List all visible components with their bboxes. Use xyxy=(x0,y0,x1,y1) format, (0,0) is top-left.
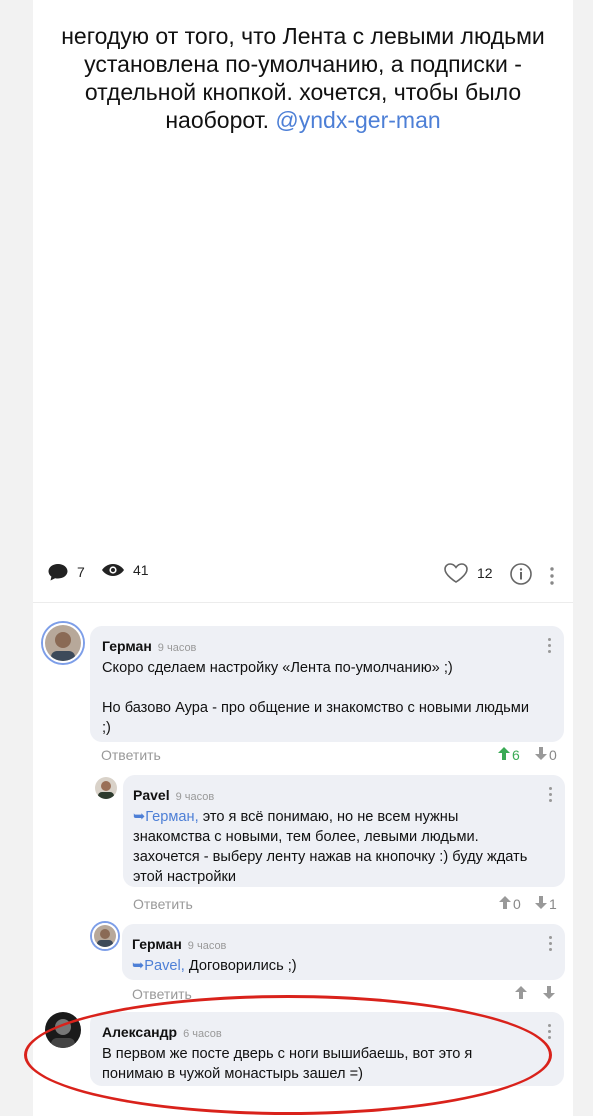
info-button[interactable] xyxy=(509,562,533,586)
post-mention-link[interactable]: @yndx-ger-man xyxy=(275,107,440,133)
avatar[interactable] xyxy=(43,1010,83,1050)
avatar[interactable] xyxy=(92,923,118,949)
post-body: негодую от того, что Лента с левыми людь… xyxy=(33,22,573,134)
arrow-down-icon xyxy=(535,747,547,763)
more-vertical-icon xyxy=(549,566,555,586)
info-icon xyxy=(509,562,533,586)
comment-author[interactable]: Александр xyxy=(102,1024,177,1040)
more-vertical-icon[interactable] xyxy=(549,787,553,805)
views-count: 41 xyxy=(133,562,149,578)
views-stat: 41 xyxy=(101,562,149,578)
comment-author[interactable]: Pavel xyxy=(133,787,170,803)
heart-icon xyxy=(443,562,469,584)
upvote-button[interactable]: 6 xyxy=(498,747,520,763)
more-vertical-icon[interactable] xyxy=(548,638,552,656)
reply-button[interactable]: Ответить xyxy=(101,747,161,763)
comment-text: В первом же посте дверь с ноги вышибаешь… xyxy=(102,1046,473,1082)
downvote-button[interactable] xyxy=(543,986,555,1002)
downvote-button[interactable]: 1 xyxy=(535,896,557,912)
avatar[interactable] xyxy=(43,623,83,663)
arrow-up-icon xyxy=(515,986,527,1002)
downvote-count: 0 xyxy=(549,747,557,763)
comment-text-line xyxy=(102,678,534,698)
reply-button[interactable]: Ответить xyxy=(133,896,193,912)
avatar[interactable] xyxy=(93,775,119,801)
like-button[interactable]: 12 xyxy=(443,562,493,584)
downvote-count: 1 xyxy=(549,896,557,912)
upvote-button[interactable]: 0 xyxy=(499,896,521,912)
arrow-up-icon xyxy=(498,747,510,763)
arrow-up-icon xyxy=(499,896,511,912)
comments-count: 7 xyxy=(77,564,85,580)
comment-icon xyxy=(47,562,69,582)
comment-text-line: Но базово Аура - про общение и знакомств… xyxy=(102,700,529,736)
post-more-button[interactable] xyxy=(549,566,555,586)
comment-text-line: Скоро сделаем настройку «Лента по-умолча… xyxy=(102,660,453,676)
arrow-down-icon xyxy=(535,896,547,912)
comment-text: Договорились ;) xyxy=(184,958,297,974)
comment-bubble: Герман 9 часов ➥Pavel, Договорились ;) xyxy=(122,924,565,980)
more-vertical-icon[interactable] xyxy=(549,936,553,954)
comment-time: 6 часов xyxy=(183,1028,222,1040)
upvote-count: 6 xyxy=(512,747,520,763)
comment-bubble: Александр 6 часов В первом же посте дверь… xyxy=(90,1012,564,1086)
eye-icon xyxy=(101,562,125,578)
post-stats-bar: 7 41 12 xyxy=(33,562,573,592)
arrow-down-icon xyxy=(543,986,555,1002)
reply-to-link[interactable]: ➥Герман, xyxy=(133,809,199,825)
comment-bubble: Герман 9 часов Скоро сделаем настройку «Л… xyxy=(90,626,564,742)
comment-bubble: Pavel 9 часов ➥Герман, это я всё понимаю,… xyxy=(123,775,565,887)
reply-button[interactable]: Ответить xyxy=(132,986,192,1002)
upvote-button[interactable] xyxy=(515,986,527,1002)
likes-count: 12 xyxy=(477,565,493,581)
comment-time: 9 часов xyxy=(187,940,227,952)
comments-stat[interactable]: 7 xyxy=(47,562,85,582)
comment-time: 9 часов xyxy=(157,642,197,654)
upvote-count: 0 xyxy=(513,896,521,912)
downvote-button[interactable]: 0 xyxy=(535,747,557,763)
more-vertical-icon[interactable] xyxy=(548,1024,552,1042)
stats-divider xyxy=(33,602,573,603)
comment-author[interactable]: Герман xyxy=(132,936,182,952)
reply-to-link[interactable]: ➥Pavel, xyxy=(132,958,185,974)
comment-time: 9 часов xyxy=(175,791,215,803)
comment-author[interactable]: Герман xyxy=(102,638,152,654)
